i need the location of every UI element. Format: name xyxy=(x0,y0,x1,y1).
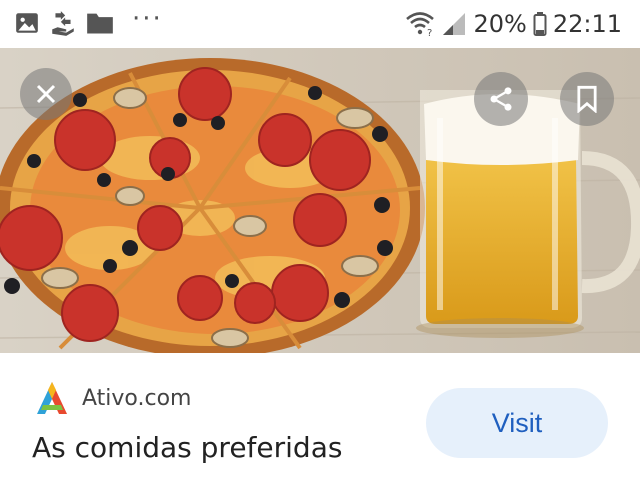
bookmark-button[interactable] xyxy=(560,72,614,126)
share-icon xyxy=(490,87,512,111)
battery-percent: 20% xyxy=(473,10,527,38)
more-dots-icon: ··· xyxy=(132,4,163,34)
folder-icon xyxy=(87,13,113,34)
wifi-question-icon: ? xyxy=(406,12,435,37)
clock: 22:11 xyxy=(552,10,622,38)
share-button[interactable] xyxy=(474,72,528,126)
svg-text:?: ? xyxy=(427,28,432,37)
visit-button[interactable]: Visit xyxy=(426,388,608,458)
bookmark-icon xyxy=(577,85,597,113)
cell-signal-icon xyxy=(443,13,466,35)
close-button[interactable] xyxy=(20,68,72,120)
status-bar: ··· ? 20% 22:11 xyxy=(0,0,640,48)
site-row[interactable]: Ativo.com xyxy=(36,381,191,415)
pizza-beer-photo xyxy=(0,48,640,353)
hand-transfer-icon xyxy=(52,11,74,36)
result-info: Ativo.com As comidas preferidas Visit xyxy=(0,353,640,480)
close-icon xyxy=(36,84,56,104)
image-icon xyxy=(16,13,38,33)
battery-icon xyxy=(533,12,547,36)
ativo-logo-icon xyxy=(37,382,67,414)
site-name: Ativo.com xyxy=(82,385,192,411)
result-image[interactable] xyxy=(0,48,640,353)
result-title: As comidas preferidas xyxy=(32,431,343,464)
